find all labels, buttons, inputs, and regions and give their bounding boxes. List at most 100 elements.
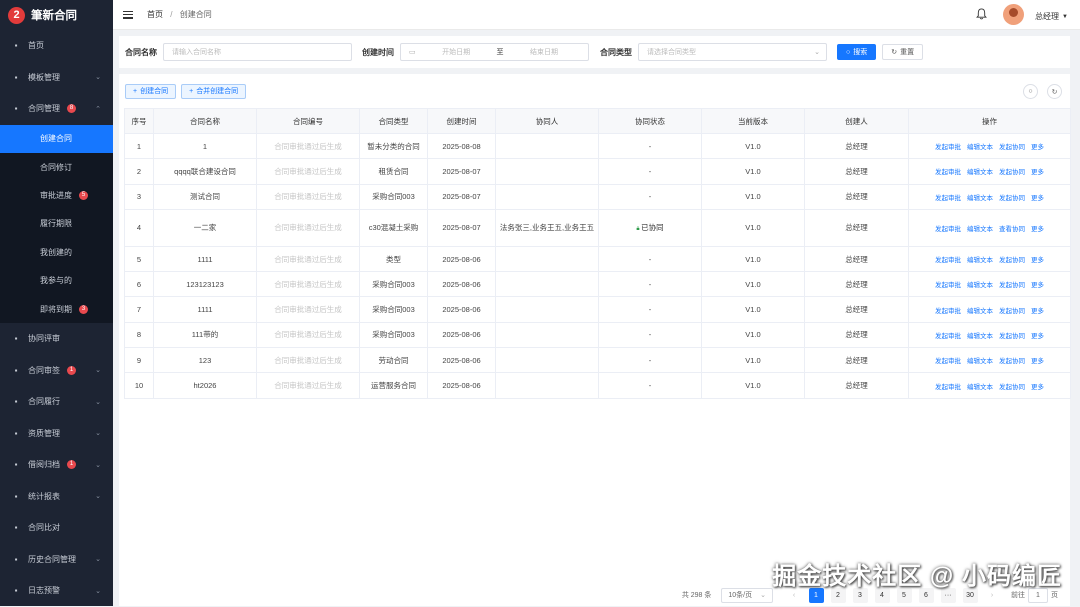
sidebar-item-4[interactable]: ▪ 资质管理 ⌄ [0, 418, 113, 450]
sidebar-subitem-5[interactable]: 我创建的 [0, 238, 113, 266]
more-link[interactable]: 更多 [1031, 257, 1044, 264]
edit-text-link[interactable]: 编辑文本 [967, 195, 993, 202]
sidebar-item-7[interactable]: ▪ 合同比对 [0, 512, 113, 544]
table-row: 1 1 合同审批通过后生成 暂未分类的合同 2025-08-08- V1.0 总经理 发起审批… [124, 132, 1071, 160]
cell-no: 2 [124, 158, 154, 185]
sidebar-item-1[interactable]: ▪ 协同评审 [0, 323, 113, 355]
user-name[interactable]: 总经理 [1035, 11, 1059, 22]
approve-link[interactable]: 发起审批 [935, 257, 961, 264]
cell-version: V1.0 [701, 321, 805, 349]
approve-link[interactable]: 发起审批 [935, 282, 961, 289]
approve-link[interactable]: 发起审批 [935, 333, 961, 340]
perform-icon: ▪ [14, 397, 18, 407]
approve-link[interactable]: 发起审批 [935, 384, 961, 391]
edit-text-link[interactable]: 编辑文本 [967, 144, 993, 151]
breadcrumb-home[interactable]: 首页 [147, 10, 163, 19]
collab-link[interactable]: 发起协同 [999, 384, 1025, 391]
sidebar-item-label: 历史合同管理 [28, 554, 76, 564]
collab-link[interactable]: 发起协同 [999, 144, 1025, 151]
cell-actions: 发起审批 编辑文本 发起协同 更多 [908, 296, 1071, 323]
cell-type: 运营服务合同 [359, 372, 428, 399]
bell-icon[interactable] [976, 8, 987, 20]
cell-time: 2025-08-07 [427, 208, 496, 247]
sidebar-item-1[interactable]: ▪ 首页 [0, 30, 113, 62]
sidebar-subitem-7[interactable]: 即将到期 3 [0, 295, 113, 323]
sidebar-item-9[interactable]: ▪ 日志预警 ⌄ [0, 575, 113, 607]
search-toggle-icon[interactable]: ○ [1023, 84, 1038, 99]
cell-status: - [598, 271, 702, 298]
caret-down-icon[interactable]: ▼ [1062, 14, 1068, 20]
sidebar-item-2[interactable]: ▪ 模板管理 ⌄ [0, 62, 113, 94]
start-date-input[interactable]: 开始日期 [442, 47, 470, 57]
goto-suffix: 页 [1051, 592, 1058, 599]
approve-link[interactable]: 发起审批 [935, 308, 961, 315]
cell-type: 类型 [359, 245, 428, 273]
sidebar-item-5[interactable]: ▪ 借阅归档 1 ⌄ [0, 449, 113, 481]
sidebar-subitem-label: 我创建的 [40, 247, 72, 257]
edit-text-link[interactable]: 编辑文本 [967, 226, 993, 233]
sidebar-item-3[interactable]: ▪ 合同履行 ⌄ [0, 386, 113, 418]
date-range-picker[interactable]: ▭ 开始日期 至 结束日期 [400, 43, 589, 61]
sidebar-subitem-2[interactable]: 合同修订 [0, 153, 113, 181]
approve-link[interactable]: 发起审批 [935, 144, 961, 151]
cell-name: qqqq联合建设合同 [153, 158, 257, 185]
cell-code: 合同审批通过后生成 [256, 321, 360, 349]
collab-link[interactable]: 发起协同 [999, 169, 1025, 176]
cell-no: 1 [124, 132, 154, 160]
sidebar-subitem-1[interactable]: 创建合同 [0, 124, 113, 153]
edit-text-link[interactable]: 编辑文本 [967, 308, 993, 315]
menu-toggle-icon[interactable] [123, 10, 133, 19]
more-link[interactable]: 更多 [1031, 333, 1044, 340]
edit-text-link[interactable]: 编辑文本 [967, 169, 993, 176]
contract-name-input[interactable]: 请输入合同名称 [163, 43, 352, 61]
cell-creator: 总经理 [804, 347, 909, 374]
collab-link[interactable]: 发起协同 [999, 195, 1025, 202]
sidebar-item-6[interactable]: ▪ 统计报表 ⌄ [0, 481, 113, 513]
cell-type: 暂未分类的合同 [359, 132, 428, 160]
cell-no: 6 [124, 271, 154, 298]
more-link[interactable]: 更多 [1031, 226, 1044, 233]
collab-link[interactable]: 发起协同 [999, 333, 1025, 340]
reset-button[interactable]: ↻ 重置 [882, 44, 924, 60]
merge-create-button[interactable]: + 合并创建合同 [181, 83, 247, 99]
app-logo[interactable]: 2 筆新合同 [0, 0, 113, 30]
collab-link[interactable]: 查看协同 [999, 226, 1025, 233]
more-link[interactable]: 更多 [1031, 195, 1044, 202]
approve-link[interactable]: 发起审批 [935, 195, 961, 202]
sidebar-item-8[interactable]: ▪ 历史合同管理 ⌄ [0, 544, 113, 576]
more-link[interactable]: 更多 [1031, 358, 1044, 365]
badge-count: 5 [79, 190, 88, 200]
search-button[interactable]: ○ 搜索 [837, 44, 877, 60]
avatar[interactable] [1003, 4, 1024, 25]
chevron-icon: ⌄ [95, 461, 101, 469]
approve-link[interactable]: 发起审批 [935, 169, 961, 176]
cell-code: 合同审批通过后生成 [256, 132, 360, 160]
edit-text-link[interactable]: 编辑文本 [967, 333, 993, 340]
edit-text-link[interactable]: 编辑文本 [967, 257, 993, 264]
collab-link[interactable]: 发起协同 [999, 282, 1025, 289]
collab-link[interactable]: 发起协同 [999, 358, 1025, 365]
page-size-select[interactable]: 10条/页 ⌄ [721, 587, 773, 603]
edit-text-link[interactable]: 编辑文本 [967, 384, 993, 391]
edit-text-link[interactable]: 编辑文本 [967, 282, 993, 289]
collab-link[interactable]: 发起协同 [999, 308, 1025, 315]
contract-type-select[interactable]: 请选择合同类型 ⌄ [638, 43, 827, 61]
edit-text-link[interactable]: 编辑文本 [967, 358, 993, 365]
end-date-input[interactable]: 结束日期 [530, 47, 558, 57]
approve-link[interactable]: 发起审批 [935, 358, 961, 365]
more-link[interactable]: 更多 [1031, 169, 1044, 176]
sidebar-subitem-6[interactable]: 我参与的 [0, 266, 113, 294]
sidebar-item-2[interactable]: ▪ 合同审签 1 ⌄ [0, 355, 113, 387]
create-contract-button[interactable]: + 创建合同 [125, 83, 177, 99]
sidebar-subitem-4[interactable]: 履行期限 [0, 210, 113, 238]
more-link[interactable]: 更多 [1031, 282, 1044, 289]
create-time-label: 创建时间 [362, 47, 394, 57]
more-link[interactable]: 更多 [1031, 384, 1044, 391]
collab-link[interactable]: 发起协同 [999, 257, 1025, 264]
sidebar-subitem-3[interactable]: 审批进度 5 [0, 181, 113, 209]
more-link[interactable]: 更多 [1031, 308, 1044, 315]
refresh-icon[interactable]: ↻ [1047, 84, 1062, 99]
more-link[interactable]: 更多 [1031, 144, 1044, 151]
approve-link[interactable]: 发起审批 [935, 226, 961, 233]
sidebar-item-3[interactable]: ▪ 合同管理 8 ⌃ [0, 93, 113, 125]
